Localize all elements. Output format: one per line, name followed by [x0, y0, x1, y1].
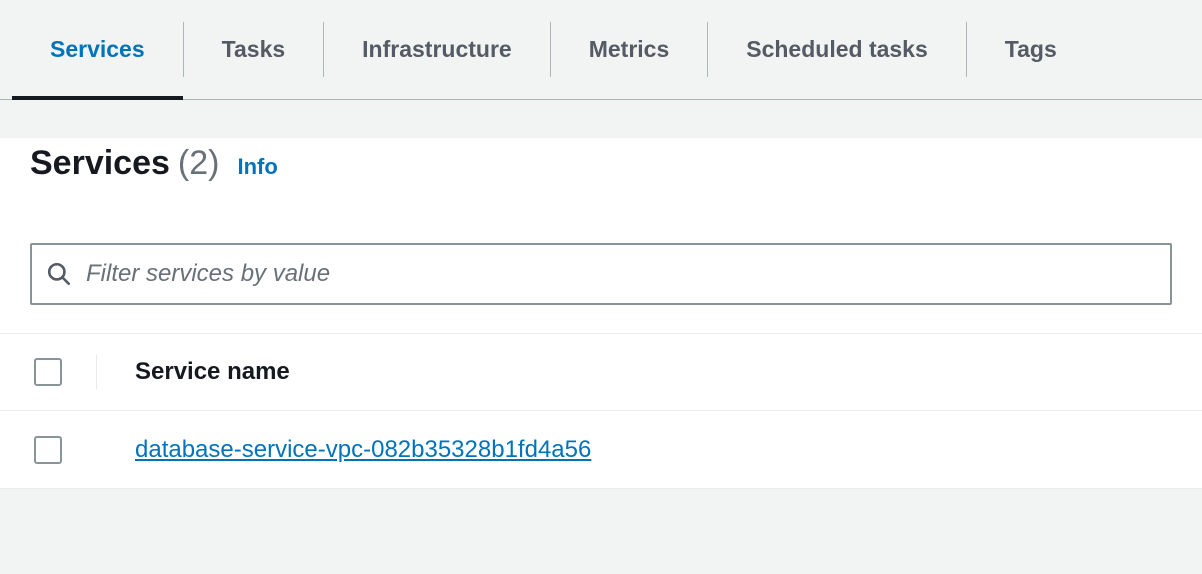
tab-metrics[interactable]: Metrics	[551, 0, 708, 99]
table-row: database-service-vpc-082b35328b1fd4a56	[0, 411, 1202, 489]
row-checkbox[interactable]	[34, 436, 62, 464]
tab-services[interactable]: Services	[12, 0, 183, 99]
select-all-checkbox[interactable]	[34, 358, 62, 386]
service-name-link[interactable]: database-service-vpc-082b35328b1fd4a56	[135, 436, 591, 464]
tab-infrastructure[interactable]: Infrastructure	[324, 0, 550, 99]
table-header-row: Service name	[0, 333, 1202, 411]
section-count: (2)	[178, 144, 220, 183]
filter-input[interactable]	[86, 260, 1156, 288]
column-separator	[96, 354, 97, 390]
column-separator	[96, 432, 97, 468]
tab-scheduled-tasks[interactable]: Scheduled tasks	[708, 0, 966, 99]
search-icon	[46, 261, 72, 287]
tab-tags[interactable]: Tags	[967, 0, 1095, 99]
tabs-bar: Services Tasks Infrastructure Metrics Sc…	[0, 0, 1202, 100]
column-header-service-name[interactable]: Service name	[135, 358, 290, 386]
section-header: Services (2) Info	[0, 144, 1202, 183]
section-title: Services	[30, 144, 170, 183]
filter-box[interactable]	[30, 243, 1172, 305]
info-link[interactable]: Info	[237, 154, 277, 180]
tab-tasks[interactable]: Tasks	[184, 0, 324, 99]
content-panel: Services (2) Info Service name	[0, 138, 1202, 489]
